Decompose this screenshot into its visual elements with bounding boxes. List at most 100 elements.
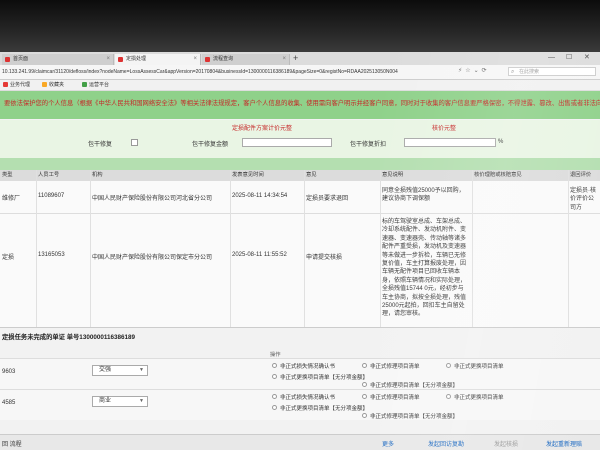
tab-process-query[interactable]: 流程查询 × (202, 54, 290, 65)
cell-opinion: 定损员要求退回 (306, 196, 349, 202)
option-label: 非正式修理项目清单【无分项金额】 (370, 414, 459, 420)
browser-window: 首页面 × 定损处理 × 流程查询 × + — ☐ ✕ 10.133.241.9… (0, 52, 600, 450)
radio-icon (272, 363, 277, 368)
address-actions: ⚡☆⌄⟳ (458, 67, 490, 74)
section-divider (0, 327, 600, 328)
address-bar: 10.133.241.99/claimcar/31120/defloss/ind… (0, 65, 600, 80)
option-repair-list[interactable]: 非正式修理项目清单 (362, 362, 420, 370)
cell-opinion: 申请提交核损 (306, 255, 343, 261)
verify-price-header: 核价元整 (432, 126, 457, 132)
option-repair-list-no-amount[interactable]: 非正式修理项目清单【无分项金额】 (362, 412, 458, 420)
chevron-down-icon: ▼ (139, 398, 144, 404)
url-input[interactable]: 10.133.241.99/claimcar/31120/defloss/ind… (2, 68, 452, 77)
cell-staff-id: 11089607 (38, 193, 65, 199)
option-replace-list-no-amount[interactable]: 非正式更换项目清单【无分项金额】 (272, 373, 368, 381)
radio-icon (362, 413, 367, 418)
close-icon[interactable]: × (282, 54, 286, 65)
col-feedback: 退回评价 (570, 172, 592, 178)
initiate-revisit-button[interactable]: 发起回访复勘 (428, 439, 464, 448)
maximize-icon[interactable]: ☐ (566, 52, 572, 64)
chevron-down-icon[interactable]: ⌄ (474, 68, 482, 74)
close-icon[interactable]: × (193, 54, 197, 65)
option-replace-list[interactable]: 非正式更换项目清单 (446, 362, 504, 370)
col-review: 核价理赔或核赔意见 (474, 172, 522, 178)
page-icon (205, 57, 210, 62)
bookmark-2[interactable]: 收藏夹 (42, 81, 64, 89)
option-repair-list-no-amount[interactable]: 非正式修理项目清单【无分项金额】 (362, 381, 458, 389)
new-tab-icon[interactable]: + (293, 53, 298, 64)
bookmark-1[interactable]: 业务代理 (3, 81, 30, 89)
lump-sum-discount-label: 包干修复折扣 (350, 142, 387, 148)
action-footer: 回 流程 更多 发起回访复勘 发起核损 发起重新理赔 (0, 434, 600, 450)
lump-sum-amount-input[interactable] (242, 138, 332, 147)
document-id: 9603 (2, 369, 16, 375)
radio-icon (362, 394, 367, 399)
process-link[interactable]: 回 流程 (2, 439, 22, 448)
search-placeholder: 在此搜索 (519, 69, 540, 75)
close-icon[interactable]: × (106, 54, 110, 65)
tab-bar: 首页面 × 定损处理 × 流程查询 × + — ☐ ✕ (0, 52, 600, 65)
option-label: 非正式修理项目清单 (370, 395, 420, 401)
cell-desc: 同意全损残值25000予以回购，建议协商下调保额 (382, 188, 465, 203)
lump-sum-repair-checkbox[interactable] (131, 139, 138, 146)
monitor-bezel (0, 0, 600, 52)
tab-home[interactable]: 首页面 × (2, 54, 114, 65)
column-divider (568, 170, 569, 327)
column-divider (90, 170, 91, 327)
initiate-verify-button[interactable]: 发起核损 (494, 439, 518, 448)
close-window-icon[interactable]: ✕ (584, 52, 590, 64)
lump-sum-discount-input[interactable] (404, 138, 496, 147)
radio-icon (362, 382, 367, 387)
tab-loss-assessment[interactable]: 定损处理 × (115, 54, 201, 65)
bookmarks-bar: 业务代理 收藏夹 运营平台 (0, 80, 600, 91)
initiate-reclaim-button[interactable]: 发起重新理赔 (546, 439, 582, 448)
col-opinion: 意见 (306, 172, 317, 178)
cell-org: 中国人民财产保险股份有限公司河北省分公司 (92, 196, 213, 202)
cell-type: 维修厂 (2, 196, 21, 202)
option-label: 非正式损失情况确认书 (280, 395, 336, 401)
cell-feedback: 定损员·核价评价公司方 (570, 188, 596, 211)
radio-icon (362, 363, 367, 368)
bookmark-3[interactable]: 运营平台 (82, 81, 109, 89)
section-divider (0, 158, 600, 170)
operations-label: 操作 (270, 352, 281, 358)
star-icon[interactable]: ☆ (465, 68, 473, 74)
loss-summary: 定损配件方案计价元整 核价元整 包干修复 包干修复金额 包干修复折扣 % (0, 120, 600, 158)
option-replace-list-no-amount[interactable]: 非正式更换项目清单【无分项金额】 (272, 404, 368, 412)
option-label: 非正式更换项目清单 (454, 364, 504, 370)
radio-icon (446, 394, 451, 399)
scheme-price-header: 定损配件方案计价元整 (232, 126, 293, 132)
privacy-notice: 要依法保护您的个人信息（根据《中华人民共和国网络安全法》等相关法律法规规定，客户… (0, 91, 600, 119)
notice-text: 要依法保护您的个人信息（根据《中华人民共和国网络安全法》等相关法律法规规定，客户… (4, 100, 600, 107)
option-loss-confirmation[interactable]: 非正式损失情况确认书 (272, 393, 335, 401)
insurance-type-select[interactable]: 商业 ▼ (92, 396, 148, 407)
col-time: 发表意见时间 (232, 172, 264, 178)
option-label: 非正式损失情况确认书 (280, 364, 336, 370)
bookmark-icon (3, 82, 8, 87)
bookmark-label: 业务代理 (10, 82, 31, 88)
select-value: 商业 (99, 398, 112, 404)
option-repair-list[interactable]: 非正式修理项目清单 (362, 393, 420, 401)
radio-icon (446, 363, 451, 368)
tab-label: 定损处理 (126, 56, 147, 62)
page-icon (5, 57, 10, 62)
bookmark-icon (82, 82, 87, 87)
option-replace-list[interactable]: 非正式更换项目清单 (446, 393, 504, 401)
document-row: 9603 交强 ▼ 非正式损失情况确认书 非正式修理项目清单 非正式更换项目清单… (0, 358, 600, 389)
search-input[interactable]: ⌕ 在此搜索 (508, 67, 596, 76)
minimize-icon[interactable]: — (548, 52, 555, 64)
insurance-type-select[interactable]: 交强 ▼ (92, 365, 148, 376)
tab-label: 流程查询 (213, 56, 234, 62)
column-divider (380, 170, 381, 327)
column-divider (36, 170, 37, 327)
refresh-icon[interactable]: ⟳ (482, 68, 490, 74)
option-label: 非正式更换项目清单【无分项金额】 (280, 375, 369, 381)
more-button[interactable]: 更多 (382, 439, 394, 448)
unfinished-docs-title: 定损任务未完成的单证 单号1300000116386189 (2, 334, 135, 341)
document-id: 4585 (2, 400, 16, 406)
tab-label: 首页面 (13, 56, 29, 62)
document-row: 4585 商业 ▼ 非正式损失情况确认书 非正式修理项目清单 非正式更换项目清单… (0, 389, 600, 420)
option-loss-confirmation[interactable]: 非正式损失情况确认书 (272, 362, 335, 370)
cell-org: 中国人民财产保险股份有限公司保定市分公司 (92, 255, 213, 261)
bookmark-icon (42, 82, 47, 87)
